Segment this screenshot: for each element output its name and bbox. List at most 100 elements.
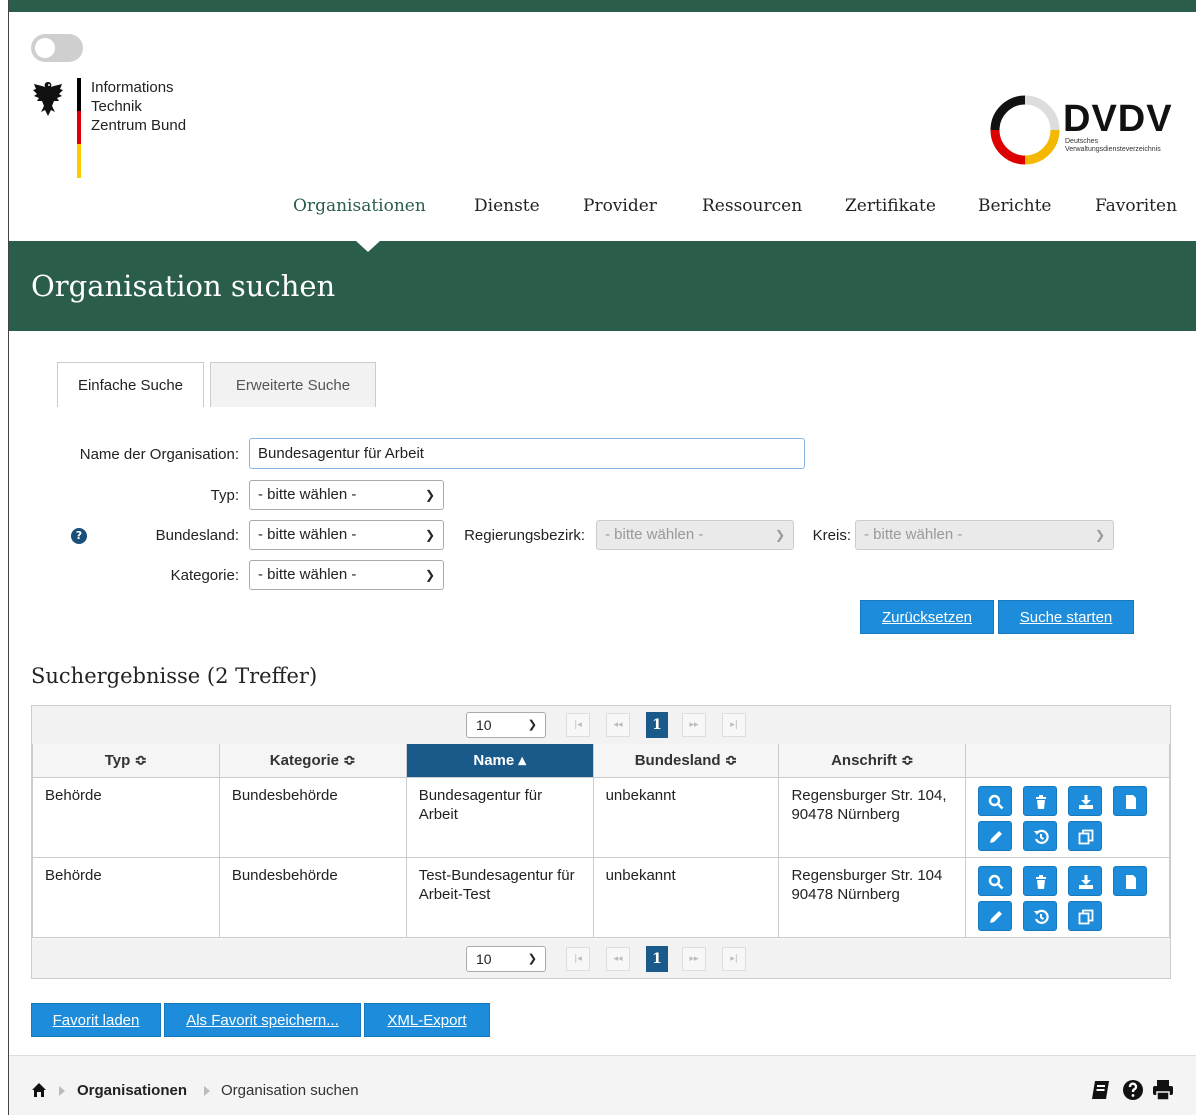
- help-circle-icon[interactable]: [1121, 1078, 1145, 1102]
- regierungsbezirk-select[interactable]: - bitte wählen - ❯: [596, 520, 794, 550]
- tab-einfache-suche[interactable]: Einfache Suche: [57, 362, 204, 407]
- pencil-icon: [990, 910, 1003, 923]
- download-button[interactable]: [1068, 785, 1103, 816]
- bundesland-label: Bundesland:: [155, 527, 239, 544]
- print-icon[interactable]: [1151, 1078, 1175, 1102]
- kategorie-select[interactable]: - bitte wählen - ❯: [249, 560, 444, 590]
- chevron-down-icon: ❯: [1094, 528, 1105, 542]
- history-button[interactable]: [1023, 900, 1058, 931]
- nav-provider[interactable]: Provider: [583, 196, 657, 216]
- chevron-down-icon: ❯: [424, 568, 435, 582]
- next-page-icon[interactable]: ▸▸: [682, 947, 706, 971]
- first-page-icon[interactable]: |◂: [566, 713, 590, 737]
- main-nav: Organisationen Dienste Provider Ressourc…: [9, 196, 1196, 222]
- save-favorite-button[interactable]: Als Favorit speichern...: [164, 1003, 361, 1037]
- theme-toggle[interactable]: [31, 34, 83, 62]
- load-favorite-button[interactable]: Favorit laden: [31, 1003, 161, 1037]
- cell-bundesland: unbekannt: [592, 856, 780, 938]
- nav-organisationen[interactable]: Organisationen: [293, 196, 426, 216]
- page-size-select[interactable]: 10 ❯: [466, 712, 546, 738]
- manual-book-icon[interactable]: [1089, 1078, 1113, 1102]
- cell-name: Bundesagentur für Arbeit: [405, 776, 594, 858]
- copy-button[interactable]: [1068, 900, 1103, 931]
- chevron-down-icon: ❯: [527, 953, 537, 965]
- breadcrumb-current: Organisation suchen: [221, 1082, 359, 1099]
- view-button[interactable]: [978, 865, 1013, 896]
- kategorie-label: Kategorie:: [170, 567, 239, 584]
- prev-page-icon[interactable]: ◂◂: [606, 947, 630, 971]
- results-grid: Typ ≎ Kategorie ≎ Name ▴ Bundesland ≎ An…: [32, 744, 1170, 938]
- footer-breadcrumb-bar: Organisationen Organisation suchen: [9, 1055, 1196, 1115]
- view-button[interactable]: [978, 785, 1013, 816]
- pager-top: 10 ❯ |◂ ◂◂ 1 ▸▸ ▸|: [32, 706, 1170, 744]
- current-page-button[interactable]: 1: [646, 712, 668, 738]
- cell-name: Test-Bundesagentur für Arbeit-Test: [405, 856, 594, 938]
- col-anschrift-header[interactable]: Anschrift ≎: [778, 744, 967, 778]
- app-frame: Informations Technik Zentrum Bund DVDV D…: [8, 0, 1196, 1115]
- last-page-icon[interactable]: ▸|: [722, 947, 746, 971]
- search-button[interactable]: Suche starten: [998, 600, 1134, 634]
- results-title: Suchergebnisse (2 Treffer): [31, 664, 318, 688]
- page-size-select[interactable]: 10 ❯: [466, 946, 546, 972]
- pencil-icon: [990, 830, 1003, 843]
- cell-bundesland: unbekannt: [592, 776, 780, 858]
- logo-line-1: Informations: [91, 79, 174, 96]
- cell-typ: Behörde: [32, 856, 220, 938]
- col-name-header[interactable]: Name ▴: [405, 744, 594, 778]
- download-icon: [1079, 874, 1094, 889]
- organisation-name-input[interactable]: Bundesagentur für Arbeit: [249, 438, 805, 469]
- xml-export-button[interactable]: XML-Export: [364, 1003, 490, 1037]
- chevron-down-icon: ❯: [424, 528, 435, 542]
- itzbund-logo-text: Informations Technik Zentrum Bund: [91, 78, 186, 135]
- col-typ-header[interactable]: Typ ≎: [32, 744, 220, 778]
- breadcrumb-organisationen[interactable]: Organisationen: [77, 1082, 187, 1099]
- copy-icon: [1078, 829, 1094, 844]
- trash-icon: [1036, 874, 1047, 889]
- col-kategorie-header[interactable]: Kategorie ≎: [218, 744, 407, 778]
- bundesland-select[interactable]: - bitte wählen - ❯: [249, 520, 444, 550]
- chevron-down-icon: ❯: [527, 719, 537, 731]
- active-nav-indicator: [356, 241, 380, 252]
- prev-page-icon[interactable]: ◂◂: [606, 713, 630, 737]
- kreis-select[interactable]: - bitte wählen - ❯: [855, 520, 1114, 550]
- copy-button[interactable]: [1068, 820, 1103, 851]
- home-icon[interactable]: [31, 1082, 47, 1098]
- nav-berichte[interactable]: Berichte: [978, 196, 1051, 216]
- edit-button[interactable]: [978, 820, 1013, 851]
- next-page-icon[interactable]: ▸▸: [682, 713, 706, 737]
- current-page-button[interactable]: 1: [646, 946, 668, 972]
- col-bundesland-header[interactable]: Bundesland ≎: [592, 744, 780, 778]
- reset-button[interactable]: Zurücksetzen: [860, 600, 994, 634]
- nav-zertifikate[interactable]: Zertifikate: [845, 196, 936, 216]
- typ-select[interactable]: - bitte wählen - ❯: [249, 480, 444, 510]
- chevron-down-icon: ❯: [774, 528, 785, 542]
- logo-line-2: Technik: [91, 98, 142, 115]
- chevron-down-icon: ❯: [424, 488, 435, 502]
- magnifier-icon: [989, 794, 1004, 809]
- first-page-icon[interactable]: |◂: [566, 947, 590, 971]
- page-size-value: 10: [476, 951, 492, 967]
- trash-icon: [1036, 794, 1047, 809]
- download-button[interactable]: [1068, 865, 1103, 896]
- nav-ressourcen[interactable]: Ressourcen: [702, 196, 802, 216]
- nav-dienste[interactable]: Dienste: [474, 196, 540, 216]
- delete-button[interactable]: [1023, 785, 1058, 816]
- nav-favoriten[interactable]: Favoriten: [1095, 196, 1177, 216]
- cell-typ: Behörde: [32, 776, 220, 858]
- document-button[interactable]: [1113, 785, 1148, 816]
- help-icon[interactable]: ?: [71, 528, 87, 544]
- history-icon: [1034, 909, 1049, 924]
- kategorie-select-value: - bitte wählen -: [258, 566, 357, 583]
- edit-button[interactable]: [978, 900, 1013, 931]
- breadcrumb-separator: [59, 1086, 65, 1096]
- table-header-row: Typ ≎ Kategorie ≎ Name ▴ Bundesland ≎ An…: [32, 744, 1170, 778]
- table-row: Behörde Bundesbehörde Bundesagentur für …: [32, 776, 1170, 858]
- last-page-icon[interactable]: ▸|: [722, 713, 746, 737]
- col-actions-header: [965, 744, 1170, 778]
- document-button[interactable]: [1113, 865, 1148, 896]
- file-icon: [1126, 874, 1137, 889]
- file-icon: [1126, 794, 1137, 809]
- delete-button[interactable]: [1023, 865, 1058, 896]
- history-button[interactable]: [1023, 820, 1058, 851]
- tab-erweiterte-suche[interactable]: Erweiterte Suche: [210, 362, 376, 407]
